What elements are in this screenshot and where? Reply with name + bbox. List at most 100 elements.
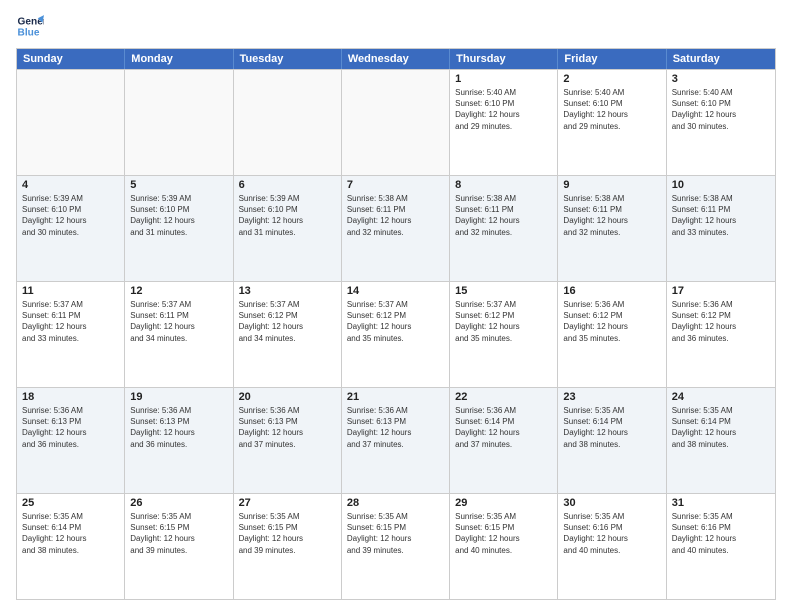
- calendar-body: 1 Sunrise: 5:40 AM Sunset: 6:10 PM Daylig…: [17, 69, 775, 599]
- day-number: 31: [672, 497, 770, 509]
- cell-detail: Sunrise: 5:40 AM Sunset: 6:10 PM Dayligh…: [563, 87, 660, 132]
- day-number: 11: [22, 285, 119, 297]
- calendar-cell: 30Sunrise: 5:35 AM Sunset: 6:16 PM Dayli…: [558, 494, 666, 599]
- day-number: 29: [455, 497, 552, 509]
- page: General Blue SundayMondayTuesdayWednesda…: [0, 0, 792, 612]
- day-number: 7: [347, 179, 444, 191]
- day-number: 5: [130, 179, 227, 191]
- calendar-cell: 20 Sunrise: 5:36 AM Sunset: 6:13 PM Dayli…: [234, 388, 342, 493]
- day-number: 13: [239, 285, 336, 297]
- logo-icon: General Blue: [16, 12, 44, 40]
- cell-detail: Sunrise: 5:35 AM Sunset: 6:14 PM Dayligh…: [22, 511, 119, 556]
- calendar-cell: [342, 70, 450, 175]
- day-number: 8: [455, 179, 552, 191]
- day-number: 28: [347, 497, 444, 509]
- cell-detail: Sunrise: 5:38 AM Sunset: 6:11 PM Dayligh…: [455, 193, 552, 238]
- day-number: 10: [672, 179, 770, 191]
- calendar-row: 4Sunrise: 5:39 AM Sunset: 6:10 PM Daylig…: [17, 175, 775, 281]
- cell-detail: Sunrise: 5:38 AM Sunset: 6:11 PM Dayligh…: [347, 193, 444, 238]
- calendar-cell: 2 Sunrise: 5:40 AM Sunset: 6:10 PM Daylig…: [558, 70, 666, 175]
- calendar-cell: 17 Sunrise: 5:36 AM Sunset: 6:12 PM Dayli…: [667, 282, 775, 387]
- day-number: 21: [347, 391, 444, 403]
- cell-detail: Sunrise: 5:40 AM Sunset: 6:10 PM Dayligh…: [455, 87, 552, 132]
- calendar-cell: 18Sunrise: 5:36 AM Sunset: 6:13 PM Dayli…: [17, 388, 125, 493]
- calendar-row: 11 Sunrise: 5:37 AM Sunset: 6:11 PM Dayli…: [17, 281, 775, 387]
- calendar-cell: 19Sunrise: 5:36 AM Sunset: 6:13 PM Dayli…: [125, 388, 233, 493]
- calendar-cell: 13 Sunrise: 5:37 AM Sunset: 6:12 PM Dayli…: [234, 282, 342, 387]
- day-number: 24: [672, 391, 770, 403]
- calendar-cell: [234, 70, 342, 175]
- calendar-cell: 8 Sunrise: 5:38 AM Sunset: 6:11 PM Daylig…: [450, 176, 558, 281]
- day-number: 18: [22, 391, 119, 403]
- cell-detail: Sunrise: 5:36 AM Sunset: 6:13 PM Dayligh…: [347, 405, 444, 450]
- cell-detail: Sunrise: 5:37 AM Sunset: 6:12 PM Dayligh…: [455, 299, 552, 344]
- calendar-cell: 25 Sunrise: 5:35 AM Sunset: 6:14 PM Dayli…: [17, 494, 125, 599]
- calendar-cell: 10 Sunrise: 5:38 AM Sunset: 6:11 PM Dayli…: [667, 176, 775, 281]
- day-number: 25: [22, 497, 119, 509]
- cell-detail: Sunrise: 5:39 AM Sunset: 6:10 PM Dayligh…: [22, 193, 119, 238]
- cell-detail: Sunrise: 5:35 AM Sunset: 6:15 PM Dayligh…: [347, 511, 444, 556]
- calendar-cell: [125, 70, 233, 175]
- calendar-header: SundayMondayTuesdayWednesdayThursdayFrid…: [17, 49, 775, 69]
- calendar-cell: 9 Sunrise: 5:38 AM Sunset: 6:11 PM Daylig…: [558, 176, 666, 281]
- cell-detail: Sunrise: 5:36 AM Sunset: 6:12 PM Dayligh…: [563, 299, 660, 344]
- day-number: 17: [672, 285, 770, 297]
- day-number: 23: [563, 391, 660, 403]
- cell-detail: Sunrise: 5:37 AM Sunset: 6:12 PM Dayligh…: [239, 299, 336, 344]
- calendar-cell: 1 Sunrise: 5:40 AM Sunset: 6:10 PM Daylig…: [450, 70, 558, 175]
- day-number: 15: [455, 285, 552, 297]
- cell-detail: Sunrise: 5:36 AM Sunset: 6:13 PM Dayligh…: [239, 405, 336, 450]
- day-number: 1: [455, 73, 552, 85]
- cell-detail: Sunrise: 5:35 AM Sunset: 6:15 PM Dayligh…: [130, 511, 227, 556]
- calendar-cell: 11 Sunrise: 5:37 AM Sunset: 6:11 PM Dayli…: [17, 282, 125, 387]
- calendar-cell: 28 Sunrise: 5:35 AM Sunset: 6:15 PM Dayli…: [342, 494, 450, 599]
- calendar-cell: 12 Sunrise: 5:37 AM Sunset: 6:11 PM Dayli…: [125, 282, 233, 387]
- day-header-wednesday: Wednesday: [342, 49, 450, 69]
- calendar-cell: 23 Sunrise: 5:35 AM Sunset: 6:14 PM Dayli…: [558, 388, 666, 493]
- calendar-cell: 26 Sunrise: 5:35 AM Sunset: 6:15 PM Dayli…: [125, 494, 233, 599]
- calendar-cell: [17, 70, 125, 175]
- day-number: 12: [130, 285, 227, 297]
- day-number: 3: [672, 73, 770, 85]
- cell-detail: Sunrise: 5:35 AM Sunset: 6:14 PM Dayligh…: [563, 405, 660, 450]
- cell-detail: Sunrise: 5:37 AM Sunset: 6:11 PM Dayligh…: [22, 299, 119, 344]
- calendar-row: 1 Sunrise: 5:40 AM Sunset: 6:10 PM Daylig…: [17, 69, 775, 175]
- calendar-cell: 3 Sunrise: 5:40 AM Sunset: 6:10 PM Daylig…: [667, 70, 775, 175]
- cell-detail: Sunrise: 5:40 AM Sunset: 6:10 PM Dayligh…: [672, 87, 770, 132]
- day-number: 14: [347, 285, 444, 297]
- calendar-row: 18 Sunrise: 5:36 AM Sunset: 6:13 PM Dayli…: [17, 387, 775, 493]
- cell-detail: Sunrise: 5:36 AM Sunset: 6:12 PM Dayligh…: [672, 299, 770, 344]
- day-header-thursday: Thursday: [450, 49, 558, 69]
- cell-detail: Sunrise: 5:38 AM Sunset: 6:11 PM Dayligh…: [563, 193, 660, 238]
- day-number: 9: [563, 179, 660, 191]
- calendar-cell: 24 Sunrise: 5:35 AM Sunset: 6:14 PM Dayli…: [667, 388, 775, 493]
- cell-detail: Sunrise: 5:35 AM Sunset: 6:14 PM Dayligh…: [672, 405, 770, 450]
- header: General Blue: [16, 12, 776, 40]
- day-number: 2: [563, 73, 660, 85]
- day-number: 6: [239, 179, 336, 191]
- calendar-cell: 29 Sunrise: 5:35 AM Sunset: 6:15 PM Dayli…: [450, 494, 558, 599]
- day-number: 27: [239, 497, 336, 509]
- day-number: 26: [130, 497, 227, 509]
- cell-detail: Sunrise: 5:37 AM Sunset: 6:11 PM Dayligh…: [130, 299, 227, 344]
- calendar-cell: 7 Sunrise: 5:38 AM Sunset: 6:11 PM Daylig…: [342, 176, 450, 281]
- logo: General Blue: [16, 12, 26, 40]
- cell-detail: Sunrise: 5:39 AM Sunset: 6:10 PM Dayligh…: [239, 193, 336, 238]
- calendar-cell: 16Sunrise: 5:36 AM Sunset: 6:12 PM Dayli…: [558, 282, 666, 387]
- cell-detail: Sunrise: 5:37 AM Sunset: 6:12 PM Dayligh…: [347, 299, 444, 344]
- calendar: SundayMondayTuesdayWednesdayThursdayFrid…: [16, 48, 776, 600]
- cell-detail: Sunrise: 5:35 AM Sunset: 6:16 PM Dayligh…: [672, 511, 770, 556]
- calendar-cell: 15 Sunrise: 5:37 AM Sunset: 6:12 PM Dayli…: [450, 282, 558, 387]
- cell-detail: Sunrise: 5:36 AM Sunset: 6:13 PM Dayligh…: [130, 405, 227, 450]
- cell-detail: Sunrise: 5:35 AM Sunset: 6:15 PM Dayligh…: [455, 511, 552, 556]
- day-number: 20: [239, 391, 336, 403]
- calendar-cell: 14 Sunrise: 5:37 AM Sunset: 6:12 PM Dayli…: [342, 282, 450, 387]
- calendar-row: 25 Sunrise: 5:35 AM Sunset: 6:14 PM Dayli…: [17, 493, 775, 599]
- calendar-cell: 27Sunrise: 5:35 AM Sunset: 6:15 PM Dayli…: [234, 494, 342, 599]
- cell-detail: Sunrise: 5:38 AM Sunset: 6:11 PM Dayligh…: [672, 193, 770, 238]
- day-header-sunday: Sunday: [17, 49, 125, 69]
- svg-text:Blue: Blue: [18, 27, 40, 38]
- calendar-cell: 4Sunrise: 5:39 AM Sunset: 6:10 PM Daylig…: [17, 176, 125, 281]
- day-header-tuesday: Tuesday: [234, 49, 342, 69]
- calendar-cell: 6 Sunrise: 5:39 AM Sunset: 6:10 PM Daylig…: [234, 176, 342, 281]
